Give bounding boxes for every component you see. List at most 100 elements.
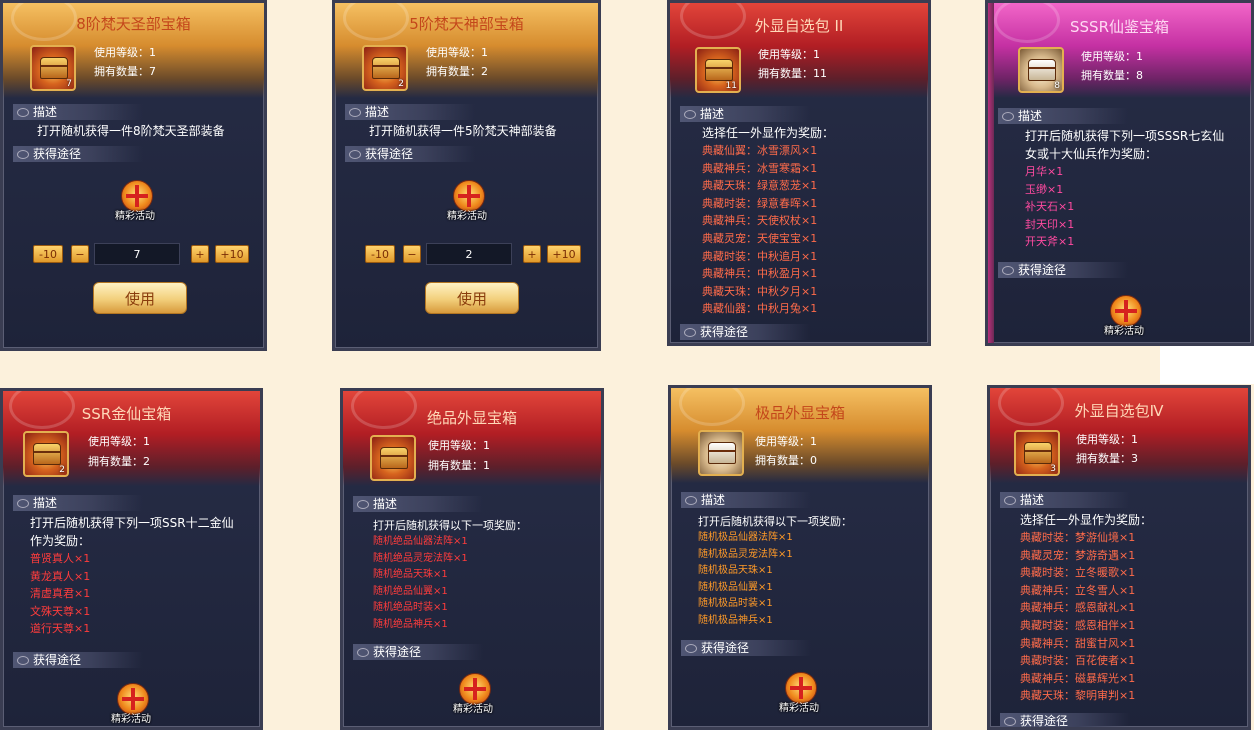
section-label: 描述 (1020, 493, 1045, 507)
owned-label: 拥有数量： (758, 67, 813, 80)
icon-count: 2 (59, 465, 65, 475)
card-title: 5阶梵天神部宝箱 (409, 15, 524, 33)
chest-icon: 8 (1018, 47, 1064, 93)
use-level-stat: 使用等级：1 (1076, 431, 1138, 447)
activity-label: 精彩活动 (447, 211, 487, 222)
section-label: 描述 (373, 497, 398, 511)
plus-button[interactable]: + (191, 245, 209, 263)
use-level-stat: 使用等级：1 (428, 437, 490, 453)
section-label: 获得途径 (701, 641, 750, 655)
activity-button[interactable]: 精彩活动 (771, 670, 827, 714)
owned-label: 拥有数量： (88, 455, 143, 468)
description-section-header: 描述 (345, 104, 475, 120)
bullet-icon (1002, 266, 1014, 275)
chest-icon: 2 (362, 45, 408, 91)
plus-10-button[interactable]: +10 (215, 245, 249, 263)
obtain-section-header: 获得途径 (353, 644, 483, 660)
item-description: 打开后随机获得以下一项奖励： (373, 519, 527, 532)
reward-item: 玉缈×1 (1025, 182, 1064, 196)
activity-button[interactable]: 精彩活动 (103, 681, 159, 725)
minus-10-button[interactable]: -10 (33, 245, 63, 263)
reward-item: 随机极品天珠×1 (698, 565, 773, 577)
obtain-section-header: 获得途径 (1000, 713, 1130, 727)
description-line: 女或十大仙兵作为奖励： (1025, 146, 1158, 161)
use-button[interactable]: 使用 (93, 282, 187, 314)
icon-count: 7 (66, 79, 72, 89)
description-section-header: 描述 (13, 104, 143, 120)
owned-count-stat: 拥有数量：2 (88, 453, 150, 469)
activity-label: 精彩活动 (779, 703, 819, 714)
card-title: SSR金仙宝箱 (81, 405, 172, 423)
reward-item: 典藏神兵：甜蜜甘风×1 (1020, 636, 1136, 650)
reward-item: 典藏神兵：天使权杖×1 (702, 214, 818, 228)
minus-button[interactable]: − (71, 245, 89, 263)
minus-10-button[interactable]: -10 (365, 245, 395, 263)
owned-count-stat: 拥有数量：0 (755, 452, 817, 468)
use-button[interactable]: 使用 (425, 282, 519, 314)
activity-button[interactable]: 精彩活动 (439, 178, 495, 222)
owned-value: 8 (1136, 69, 1143, 82)
item-description: 打开后随机获得下列一项SSSR七玄仙 女或十大仙兵作为奖励： (1025, 128, 1224, 163)
use-level-stat: 使用等级：1 (94, 44, 156, 60)
reward-item: 典藏时装：立冬暖歌×1 (1020, 566, 1136, 580)
obtain-section-header: 获得途径 (345, 146, 475, 162)
reward-list: 随机绝品仙器法阵×1 随机绝品灵宠法阵×1 随机绝品天珠×1 随机绝品仙翼×1 … (373, 534, 468, 634)
card-title: 绝品外显宝箱 (426, 409, 517, 427)
reward-item: 随机绝品灵宠法阵×1 (373, 552, 468, 564)
section-label: 描述 (33, 496, 58, 510)
chest-icon (698, 430, 744, 476)
bullet-icon (684, 328, 696, 337)
bullet-icon (17, 499, 29, 508)
use-level-stat: 使用等级：1 (758, 46, 820, 62)
quantity-input[interactable]: 2 (426, 243, 512, 265)
card-title: SSSR仙鉴宝箱 (1070, 18, 1169, 36)
owned-count-stat: 拥有数量：8 (1081, 67, 1143, 83)
use-level-value: 1 (1131, 433, 1138, 446)
icon-count: 8 (1054, 81, 1060, 91)
item-card-2: 5阶梵天神部宝箱 2 使用等级：1 拥有数量：2 描述 打开随机获得一件5阶梵天… (332, 0, 601, 351)
quantity-input[interactable]: 7 (94, 243, 180, 265)
plus-button[interactable]: + (523, 245, 541, 263)
activity-label: 精彩活动 (453, 704, 493, 715)
owned-value: 0 (810, 454, 817, 467)
use-level-label: 使用等级： (1076, 433, 1131, 446)
reward-item: 开天斧×1 (1025, 235, 1075, 249)
chest-icon (370, 435, 416, 481)
card-title: 外显自选包Ⅳ (1074, 402, 1164, 420)
item-description: 选择任一外显作为奖励： (1020, 513, 1153, 527)
item-card-3: 外显自选包 II 11 使用等级：1 拥有数量：11 描述 选择任一外显作为奖励… (667, 0, 931, 346)
section-label: 获得途径 (33, 147, 82, 161)
plus-10-button[interactable]: +10 (547, 245, 581, 263)
item-card-5: SSR金仙宝箱 2 使用等级：1 拥有数量：2 描述 打开后随机获得下列一项SS… (0, 388, 263, 730)
reward-item: 典藏神兵：冰雪寒霜×1 (702, 161, 818, 175)
activity-button[interactable]: 精彩活动 (107, 178, 163, 222)
use-level-label: 使用等级： (428, 439, 483, 452)
reward-list: 普贤真人×1 黄龙真人×1 清虚真君×1 文殊天尊×1 道行天尊×1 (30, 550, 90, 638)
item-description: 选择任一外显作为奖励： (702, 126, 835, 140)
card-title: 8阶梵天圣部宝箱 (76, 15, 191, 33)
reward-item: 典藏神兵：感恩献礼×1 (1020, 601, 1136, 615)
minus-button[interactable]: − (403, 245, 421, 263)
section-label: 获得途径 (700, 325, 749, 339)
section-label: 描述 (1018, 109, 1043, 123)
reward-item: 随机绝品天珠×1 (373, 569, 448, 581)
description-line: 打开后随机获得下列一项SSR十二金仙 (30, 516, 234, 530)
activity-button[interactable]: 精彩活动 (1096, 293, 1152, 337)
use-level-value: 1 (483, 439, 490, 452)
reward-item: 典藏时装：中秋追月×1 (702, 249, 818, 263)
activity-button[interactable]: 精彩活动 (445, 671, 501, 715)
reward-item: 文殊天尊×1 (30, 604, 91, 618)
owned-count-stat: 拥有数量：3 (1076, 450, 1138, 466)
obtain-section-header: 获得途径 (13, 146, 143, 162)
reward-item: 随机极品神兵×1 (698, 614, 773, 626)
reward-item: 典藏灵宠：天使宝宝×1 (702, 231, 818, 245)
bullet-icon (349, 108, 361, 117)
owned-value: 7 (149, 65, 156, 78)
reward-item: 典藏时装：感恩相伴×1 (1020, 618, 1136, 632)
owned-value: 2 (481, 65, 488, 78)
reward-item: 随机极品时装×1 (698, 598, 773, 610)
section-label: 描述 (33, 105, 58, 119)
obtain-section-header: 获得途径 (998, 262, 1128, 278)
reward-item: 月华×1 (1025, 165, 1064, 178)
owned-label: 拥有数量： (94, 65, 149, 78)
